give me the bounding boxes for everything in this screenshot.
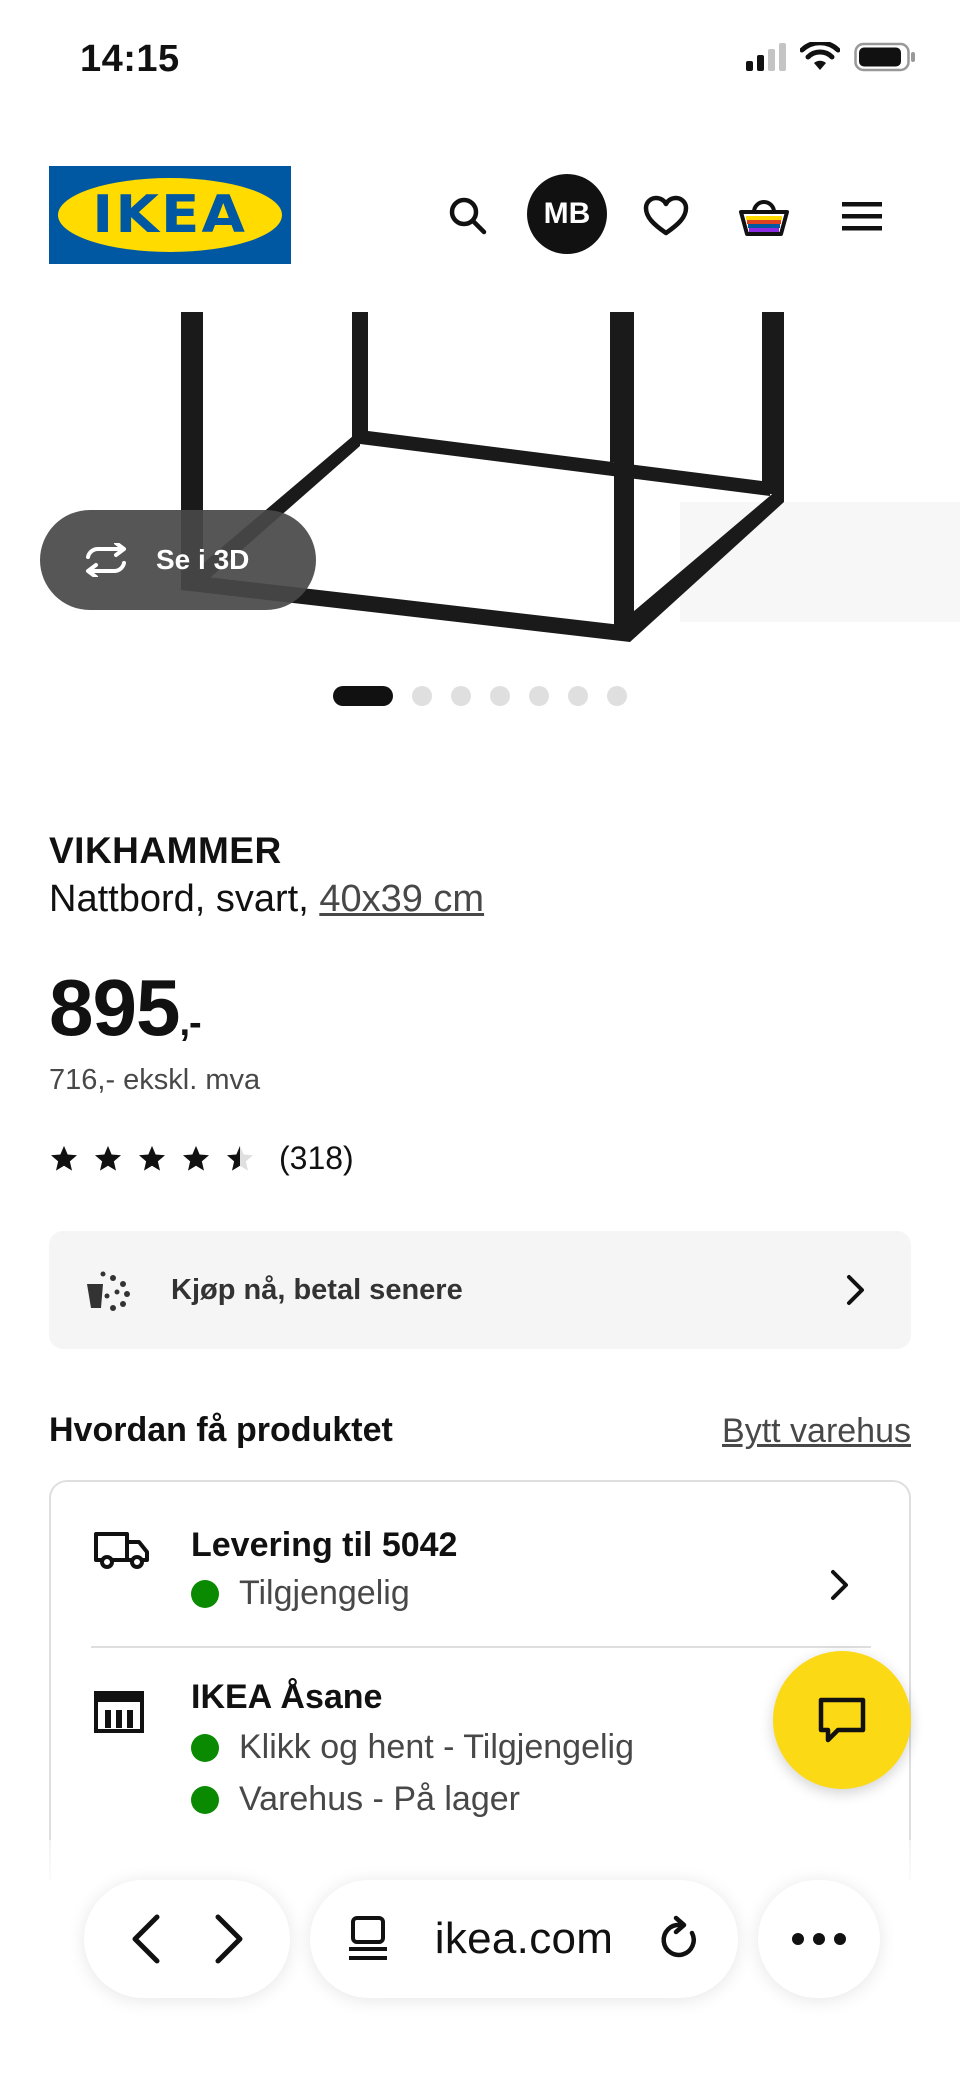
product-price: 895,-	[49, 962, 202, 1054]
status-bar: 14:15	[0, 0, 960, 120]
chat-button[interactable]	[773, 1651, 911, 1789]
bnpl-label: Kjøp nå, betal senere	[171, 1273, 463, 1306]
star-icon	[95, 1145, 121, 1171]
availability-status: Klikk og hent - Tilgjengelig	[191, 1728, 634, 1767]
forward-arrow-icon[interactable]	[212, 1913, 246, 1965]
chat-bubble-icon	[818, 1697, 866, 1743]
delivery-option-home[interactable]: Levering til 5042 Tilgjengelig	[51, 1482, 909, 1646]
product-description: Nattbord, svart, 40x39 cm	[49, 878, 484, 921]
url-text: ikea.com	[434, 1914, 614, 1963]
status-time: 14:15	[80, 38, 180, 80]
browser-nav	[84, 1880, 290, 1998]
carousel-dot[interactable]	[451, 686, 471, 706]
half-star-icon	[227, 1145, 253, 1171]
search-button[interactable]	[428, 176, 508, 256]
view-3d-button[interactable]: Se i 3D	[40, 510, 316, 610]
wifi-icon	[800, 42, 840, 70]
carousel-dot[interactable]	[333, 686, 393, 706]
ikea-logo[interactable]: IKEA	[49, 166, 291, 264]
battery-icon	[854, 42, 915, 72]
available-dot-icon	[191, 1579, 219, 1608]
carousel-dot[interactable]	[529, 686, 549, 706]
cellular-signal-icon	[746, 43, 786, 71]
status-icons	[746, 42, 916, 72]
back-arrow-icon[interactable]	[129, 1913, 163, 1965]
availability-text: Tilgjengelig	[239, 1574, 410, 1612]
rating-count: (318)	[279, 1140, 354, 1176]
delivery-options: Levering til 5042 Tilgjengelig IKEA Åsan…	[49, 1480, 911, 1880]
more-options-button[interactable]	[758, 1880, 880, 1998]
menu-button[interactable]	[822, 176, 902, 256]
product-type: Nattbord, svart,	[49, 878, 320, 920]
product-size-link[interactable]: 40x39 cm	[319, 878, 484, 920]
in-stock-dot-icon	[191, 1785, 219, 1814]
change-store-link[interactable]: Bytt varehus	[722, 1412, 911, 1451]
carousel-dot[interactable]	[607, 686, 627, 706]
availability-status: Tilgjengelig	[191, 1574, 410, 1613]
price-excl-vat: 716,- ekskl. mva	[49, 1064, 261, 1096]
logo-text: IKEA	[92, 185, 248, 245]
product-name: VIKHAMMER	[49, 830, 282, 871]
buy-now-pay-later-banner[interactable]: Kjøp nå, betal senere	[49, 1231, 911, 1349]
rotate-3d-icon	[86, 543, 126, 577]
delivery-section-title: Hvordan få produktet	[49, 1411, 393, 1449]
availability-text: Varehus - På lager	[239, 1780, 520, 1818]
browser-toolbar: ikea.com	[0, 1840, 960, 2078]
page-menu-icon[interactable]	[346, 1915, 390, 1963]
basket-icon	[739, 200, 789, 236]
chevron-right-icon	[847, 1275, 864, 1305]
profile-avatar[interactable]: MB	[527, 174, 607, 254]
menu-icon	[842, 202, 882, 231]
store-icon	[94, 1691, 144, 1733]
site-header: IKEA MB	[0, 160, 960, 270]
basket-button[interactable]	[724, 176, 804, 256]
search-icon	[449, 197, 487, 235]
heart-icon	[643, 195, 689, 236]
delivery-option-title: Levering til 5042	[191, 1526, 458, 1564]
product-rating[interactable]: (318)	[49, 1140, 354, 1177]
store-name: IKEA Åsane	[191, 1678, 383, 1716]
star-icon	[51, 1145, 77, 1171]
chevron-right-icon	[831, 1570, 848, 1600]
address-bar[interactable]: ikea.com	[310, 1880, 738, 1998]
available-dot-icon	[191, 1733, 219, 1762]
favourites-button[interactable]	[626, 176, 706, 256]
reload-icon[interactable]	[658, 1915, 702, 1963]
price-value: 895	[49, 963, 180, 1052]
more-dots-icon	[792, 1933, 846, 1945]
payment-installment-icon	[87, 1271, 130, 1311]
star-icon	[183, 1145, 209, 1171]
view-3d-label: Se i 3D	[156, 544, 250, 575]
availability-status: Varehus - På lager	[191, 1780, 520, 1819]
image-carousel-dots	[0, 686, 960, 706]
rating-stars	[49, 1144, 255, 1174]
truck-icon	[94, 1532, 149, 1569]
availability-text: Klikk og hent - Tilgjengelig	[239, 1728, 635, 1766]
star-icon	[139, 1145, 165, 1171]
price-suffix: ,-	[179, 1002, 201, 1044]
carousel-dot[interactable]	[568, 686, 588, 706]
carousel-dot[interactable]	[412, 686, 432, 706]
carousel-dot[interactable]	[490, 686, 510, 706]
